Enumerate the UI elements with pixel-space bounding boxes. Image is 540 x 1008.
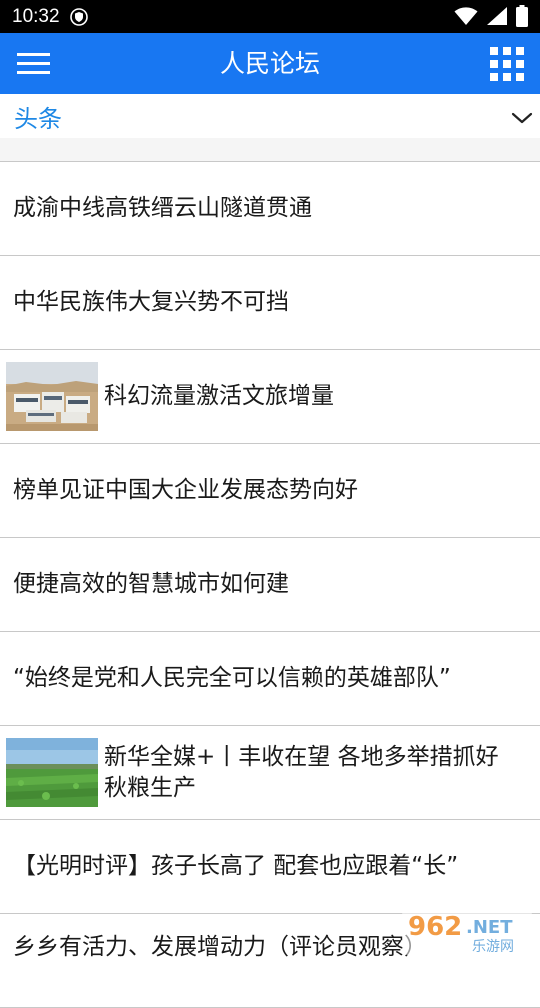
news-title: 成渝中线高铁缙云山隧道贯通 [13,195,312,221]
news-item[interactable]: “始终是党和人民完全可以信赖的英雄部队” [0,632,540,726]
news-item[interactable]: 科幻流量激活文旅增量 [0,350,540,444]
news-title: 【光明时评】孩子长高了 配套也应跟着“长” [13,853,459,879]
watermark-suffix: .NET [466,917,513,938]
watermark-number: 962 [408,912,462,942]
news-item[interactable]: 榜单见证中国大企业发展态势向好 [0,444,540,538]
status-time: 10:32 [12,6,60,27]
shield-icon [70,8,88,26]
news-item[interactable]: 成渝中线高铁缙云山隧道贯通 [0,162,540,256]
status-bar: 10:32 [0,0,540,33]
news-thumbnail [6,738,98,807]
tab-headlines[interactable]: 头条 [14,99,62,134]
site-watermark-logo: 962 .NET 乐游网 [402,909,532,955]
chevron-down-icon[interactable] [511,112,533,124]
wifi-icon [454,7,478,25]
list-top-divider [0,138,540,162]
grid-menu-icon[interactable] [490,47,524,81]
news-title: 榜单见证中国大企业发展态势向好 [13,477,358,503]
watermark-label: 乐游网 [472,939,514,955]
news-item[interactable]: 【光明时评】孩子长高了 配套也应跟着“长” [0,820,540,914]
news-title: 新华全媒+丨丰收在望 各地多举措抓好秋粮生产 [104,743,499,801]
battery-icon [516,5,528,27]
news-title: “始终是党和人民完全可以信赖的英雄部队” [13,665,451,691]
news-title: 便捷高效的智慧城市如何建 [13,571,289,597]
news-item[interactable]: 中华民族伟大复兴势不可挡 [0,256,540,350]
news-title: 中华民族伟大复兴势不可挡 [13,289,289,315]
category-tab-bar: 头条 [0,94,540,138]
status-icons [454,5,528,27]
news-thumbnail [6,362,98,431]
app-bar: 人民论坛 [0,33,540,94]
signal-icon [487,7,507,25]
news-list: 成渝中线高铁缙云山隧道贯通 中华民族伟大复兴势不可挡 科幻流量激活文旅增量 榜单… [0,162,540,1008]
news-item[interactable]: 新华全媒+丨丰收在望 各地多举措抓好秋粮生产 [0,726,540,820]
page-title: 人民论坛 [219,49,320,78]
news-title: 科幻流量激活文旅增量 [104,383,334,409]
news-item[interactable]: 便捷高效的智慧城市如何建 [0,538,540,632]
